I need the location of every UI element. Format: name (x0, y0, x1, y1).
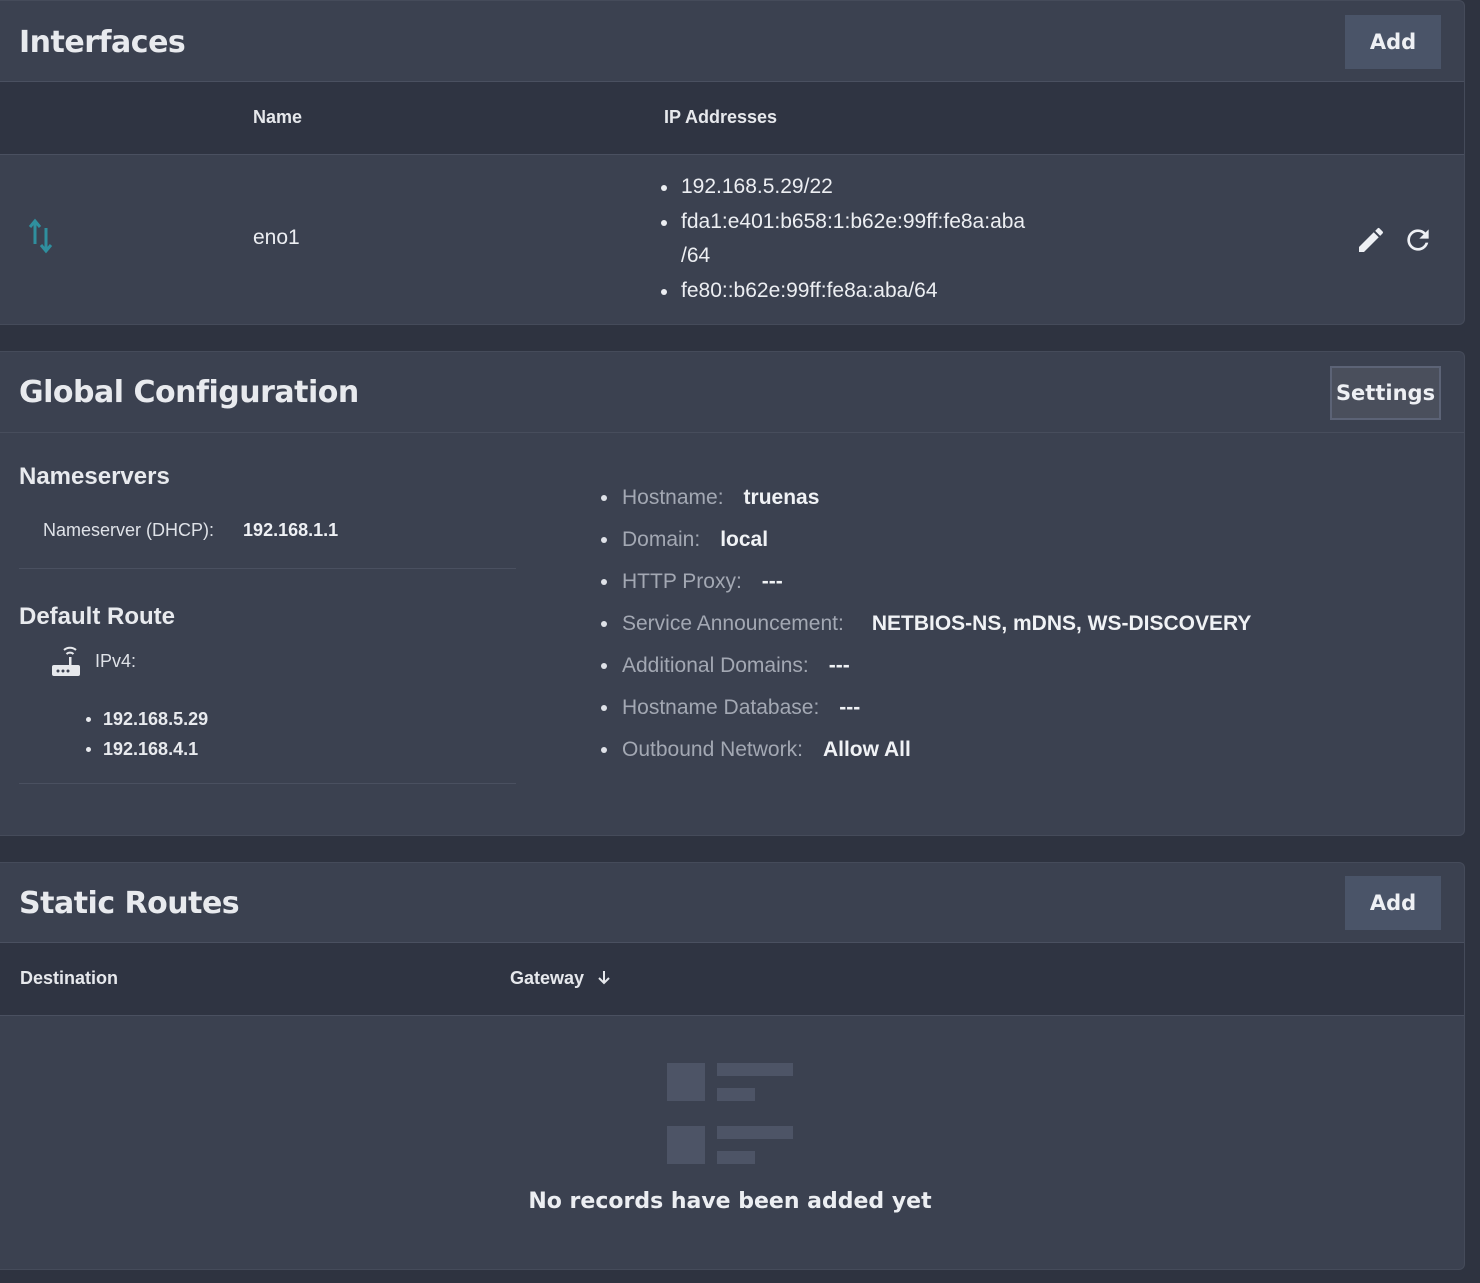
edit-icon[interactable] (1355, 224, 1387, 261)
ip-address: fe80::b62e:99ff:fe8a:aba/64 (661, 274, 1025, 309)
nameserver-label: Nameserver (DHCP): (43, 520, 215, 540)
gateway-header-label: Gateway (510, 968, 585, 988)
info-value: Allow All (822, 738, 911, 761)
global-info-list: Hostname: truenas Domain: local HTTP Proxy… (601, 480, 1251, 774)
network-activity-icon (27, 216, 57, 261)
default-route-heading: Default Route (19, 603, 175, 630)
gateway-list: 192.168.5.29 192.168.4.1 (86, 704, 208, 764)
info-value: NETBIOS-NS, mDNS, WS-DISCOVERY (871, 612, 1252, 635)
static-routes-table-header: Destination Gateway (0, 942, 1464, 1016)
column-header-ip-addresses[interactable]: IP Addresses (664, 107, 777, 128)
reset-icon[interactable] (1402, 224, 1434, 261)
static-routes-add-button[interactable]: Add (1345, 876, 1441, 930)
info-value: local (720, 528, 769, 551)
static-routes-card: Static Routes Add Destination Gateway No… (0, 862, 1465, 1270)
arrow-down-icon (597, 969, 611, 990)
divider (19, 783, 516, 784)
http-proxy-item: HTTP Proxy: --- (601, 564, 1251, 606)
service-announcement-item: Service Announcement: NETBIOS-NS, mDNS, W… (601, 606, 1251, 648)
empty-state-message: No records have been added yet (528, 1189, 932, 1214)
column-header-name[interactable]: Name (253, 107, 302, 128)
nameservers-heading: Nameservers (19, 463, 170, 490)
interfaces-card: Interfaces Add Name IP Addresses eno1 19… (0, 0, 1465, 325)
divider (19, 568, 516, 569)
ip-address-continuation: /64 (681, 244, 711, 267)
info-value: --- (761, 570, 783, 593)
interface-name: eno1 (253, 226, 300, 249)
info-label: Domain: (622, 528, 701, 551)
list-item: 192.168.4.1 (86, 734, 208, 764)
list-item: 192.168.5.29 (86, 704, 208, 734)
info-label: Outbound Network: (622, 738, 803, 761)
nameserver-row: Nameserver (DHCP): 192.168.1.1 (43, 520, 338, 541)
info-label: Hostname: (622, 486, 724, 509)
info-value: truenas (743, 486, 820, 509)
settings-button[interactable]: Settings (1330, 366, 1441, 420)
nameserver-value: 192.168.1.1 (243, 520, 339, 540)
ip-address: 192.168.5.29/22 (661, 170, 1025, 205)
global-configuration-title: Global Configuration (19, 375, 359, 410)
outbound-network-item: Outbound Network: Allow All (601, 732, 1251, 774)
column-header-destination[interactable]: Destination (20, 968, 118, 989)
hostname-item: Hostname: truenas (601, 480, 1251, 522)
ip-address: fda1:e401:b658:1:b62e:99ff:fe8a:aba (661, 205, 1025, 240)
ip-address-list: 192.168.5.29/22 fda1:e401:b658:1:b62e:99… (661, 170, 1025, 308)
info-label: Hostname Database: (622, 696, 820, 719)
empty-list-icon (667, 1063, 793, 1169)
static-routes-title: Static Routes (19, 886, 240, 921)
table-row: eno1 192.168.5.29/22 fda1:e401:b658:1:b6… (0, 156, 1464, 324)
router-icon (50, 646, 82, 683)
ipv4-label: IPv4: (95, 651, 137, 671)
info-value: --- (828, 654, 850, 677)
interfaces-add-button[interactable]: Add (1345, 15, 1441, 69)
interfaces-table-header: Name IP Addresses (0, 81, 1464, 155)
additional-domains-item: Additional Domains: --- (601, 648, 1251, 690)
divider (0, 432, 1464, 433)
info-label: Additional Domains: (622, 654, 809, 677)
info-label: HTTP Proxy: (622, 570, 742, 593)
column-header-gateway[interactable]: Gateway (510, 968, 611, 990)
domain-item: Domain: local (601, 522, 1251, 564)
info-value: --- (839, 696, 861, 719)
hostname-database-item: Hostname Database: --- (601, 690, 1251, 732)
info-label: Service Announcement: (622, 612, 844, 635)
interfaces-title: Interfaces (19, 25, 186, 60)
